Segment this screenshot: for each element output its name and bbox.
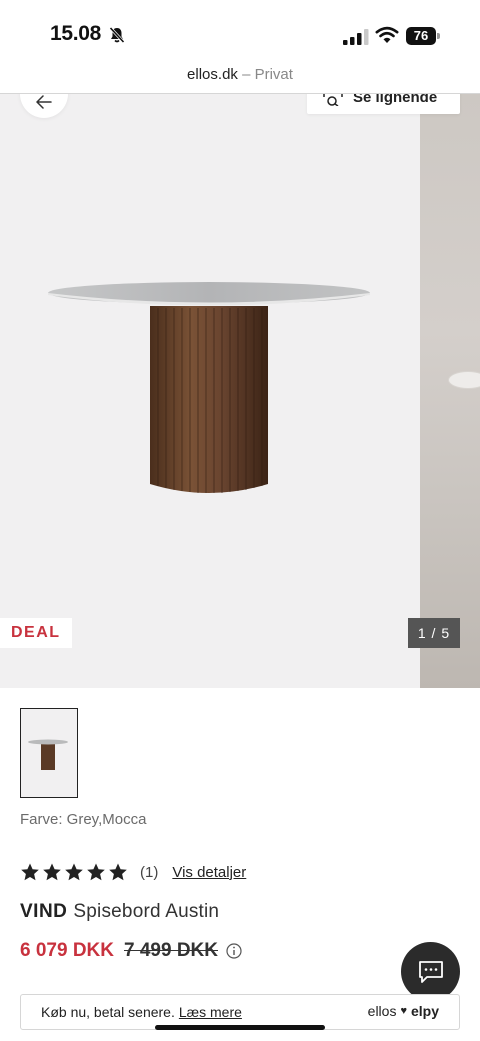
image-counter: 1 / 5 (408, 618, 460, 648)
see-similar-button[interactable]: Se lignende (307, 94, 460, 114)
url-separator: – (237, 66, 255, 83)
read-more-link[interactable]: Læs mere (179, 1004, 242, 1020)
star-icon (65, 863, 83, 881)
star-icon (43, 863, 61, 881)
heart-icon: ♥ (400, 1005, 407, 1017)
product-image (48, 282, 370, 493)
current-price: 6 079 DKK (20, 940, 114, 961)
ellos-logo-text: ellos (367, 1003, 397, 1019)
next-image-table (448, 371, 480, 389)
pay-later-text: Køb nu, betal senere. Læs mere (41, 1004, 242, 1020)
star-icon (87, 863, 105, 881)
battery-level: 76 (406, 27, 436, 45)
deal-badge: DEAL (0, 618, 72, 648)
thumbnail-image (28, 739, 68, 770)
signal-icon (343, 29, 369, 45)
status-time: 15.08 (50, 22, 102, 45)
wifi-icon (375, 26, 399, 43)
url-domain: ellos.dk (187, 66, 238, 83)
elpy-logo-text: elpy (410, 1003, 439, 1019)
product-name: Spisebord Austin (73, 901, 220, 922)
battery-icon: 76 (406, 27, 440, 45)
status-bar: 15.08 76 (0, 0, 480, 62)
chat-button[interactable] (401, 942, 460, 1001)
address-bar[interactable]: ellos.dk – Privat (0, 62, 480, 94)
price-row: 6 079 DKK 7 499 DKK (20, 940, 242, 962)
star-icon (109, 863, 127, 881)
ellos-elpy-logo: ellos ♥ elpy (368, 1003, 439, 1019)
chat-icon (418, 960, 443, 983)
product-image-gallery[interactable]: Se lignende DEAL 1 / 5 (0, 94, 480, 688)
see-similar-label: Se lignende (353, 94, 438, 106)
info-icon[interactable] (226, 943, 242, 959)
back-arrow-icon (36, 95, 52, 109)
star-rating (20, 862, 128, 882)
rating-row: (1) Vis detaljer (20, 860, 246, 884)
image-thumbnail-1[interactable] (20, 708, 78, 798)
product-title: VIND Spisebord Austin (20, 901, 219, 923)
pay-later-message: Køb nu, betal senere. (41, 1004, 175, 1020)
view-details-link[interactable]: Vis detaljer (172, 864, 246, 881)
next-product-image-preview[interactable] (420, 94, 480, 688)
private-mode-label: Privat (254, 66, 293, 83)
bell-off-icon (109, 26, 125, 44)
home-indicator (155, 1025, 325, 1030)
colour-label: Farve: Grey,Mocca (20, 811, 147, 828)
product-brand: VIND (20, 901, 68, 922)
review-count: (1) (140, 863, 159, 881)
original-price: 7 499 DKK (124, 940, 218, 961)
star-icon (21, 863, 39, 881)
visual-search-icon (323, 94, 343, 106)
